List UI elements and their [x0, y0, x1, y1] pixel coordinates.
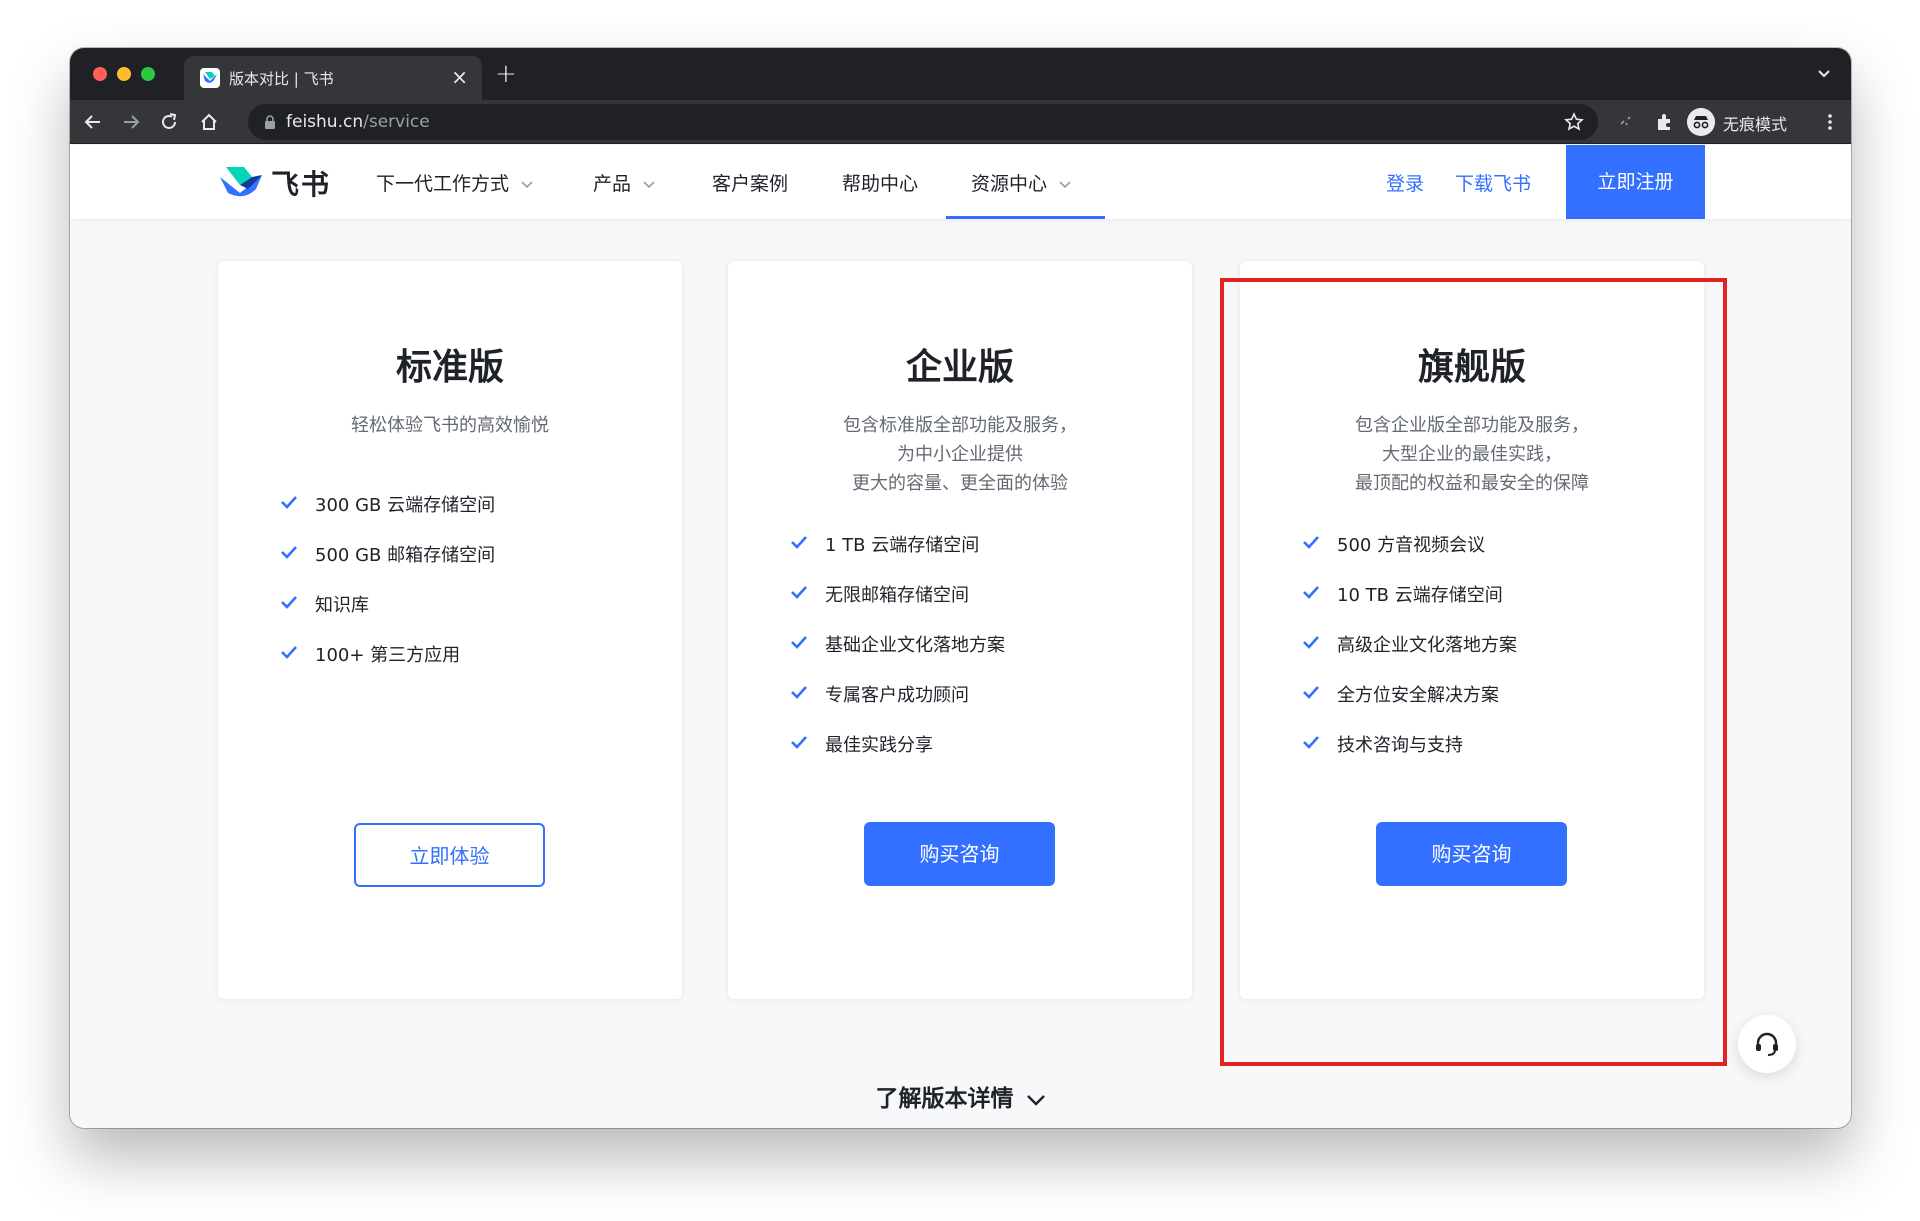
- feature-item: 1 TB 云端存储空间: [791, 531, 979, 557]
- chevron-down-icon: [1059, 180, 1071, 188]
- check-icon: [281, 596, 297, 609]
- home-icon[interactable]: [198, 111, 220, 133]
- feature-item: 无限邮箱存储空间: [791, 581, 969, 607]
- check-icon: [791, 586, 807, 599]
- nav-item-products[interactable]: 产品: [593, 169, 655, 196]
- chevron-down-icon: [521, 180, 533, 188]
- signup-button[interactable]: 立即注册: [1566, 145, 1705, 219]
- screenshot-stage: 版本对比 | 飞书 × + feishu.cn/service 无痕模式 飞书 …: [0, 0, 1920, 1221]
- nav-item-resource-center[interactable]: 资源中心: [971, 169, 1071, 196]
- plan-title: 标准版: [395, 347, 504, 388]
- forward-arrow-icon[interactable]: [120, 111, 142, 133]
- site-header: 飞书 下一代工作方式 产品 客户案例 帮助中心 资源中心 登录 下载飞书 立即注…: [70, 145, 1851, 219]
- tab-strip: 版本对比 | 飞书 × +: [70, 48, 1851, 100]
- purchase-consult-button[interactable]: 购买咨询: [864, 822, 1055, 886]
- back-arrow-icon[interactable]: [82, 111, 104, 133]
- plan-card-standard: 标准版 轻松体验飞书的高效愉悦 300 GB 云端存储空间 500 GB 邮箱存…: [218, 261, 682, 999]
- lock-icon: [265, 115, 275, 129]
- reload-icon[interactable]: [158, 111, 180, 133]
- feishu-logo-icon[interactable]: [218, 165, 264, 199]
- check-icon: [791, 636, 807, 649]
- browser-toolbar: feishu.cn/service 无痕模式: [70, 100, 1851, 144]
- plan-card-enterprise: 企业版 包含标准版全部功能及服务， 为中小企业提供 更大的容量、更全面的体验 1…: [728, 261, 1192, 999]
- check-icon: [791, 686, 807, 699]
- extension-small-icon[interactable]: [1615, 111, 1637, 133]
- chevron-down-icon: [1026, 1094, 1045, 1106]
- check-icon: [281, 546, 297, 559]
- more-details-link[interactable]: 了解版本详情: [70, 1079, 1851, 1113]
- check-icon: [791, 736, 807, 749]
- download-link[interactable]: 下载飞书: [1455, 169, 1531, 196]
- url-text: feishu.cn/service: [286, 112, 430, 132]
- more-menu-icon[interactable]: [1819, 111, 1841, 133]
- extensions-icon[interactable]: [1653, 111, 1675, 133]
- feishu-favicon-icon: [200, 68, 220, 88]
- chevron-down-icon[interactable]: [1815, 64, 1833, 82]
- active-nav-underline: [946, 216, 1105, 219]
- address-bar[interactable]: feishu.cn/service: [248, 104, 1598, 140]
- new-tab-button[interactable]: +: [495, 60, 517, 88]
- headset-icon: [1756, 1032, 1778, 1056]
- feature-item: 知识库: [281, 591, 369, 617]
- feature-item: 最佳实践分享: [791, 731, 933, 757]
- browser-tab[interactable]: 版本对比 | 飞书 ×: [184, 56, 482, 100]
- login-link[interactable]: 登录: [1386, 169, 1424, 196]
- check-icon: [791, 536, 807, 549]
- logo-text[interactable]: 飞书: [271, 163, 331, 203]
- feature-item: 500 GB 邮箱存储空间: [281, 541, 495, 567]
- feature-item: 300 GB 云端存储空间: [281, 491, 495, 517]
- nav-item-next-gen-work[interactable]: 下一代工作方式: [376, 169, 533, 196]
- tab-title: 版本对比 | 飞书: [229, 70, 334, 88]
- chevron-down-icon: [643, 180, 655, 188]
- feature-item: 专属客户成功顾问: [791, 681, 969, 707]
- try-now-button[interactable]: 立即体验: [354, 823, 545, 887]
- nav-item-customer-cases[interactable]: 客户案例: [712, 169, 788, 196]
- nav-item-help-center[interactable]: 帮助中心: [842, 169, 918, 196]
- check-icon: [281, 496, 297, 509]
- check-icon: [281, 646, 297, 659]
- browser-window: 版本对比 | 飞书 × + feishu.cn/service 无痕模式 飞书 …: [70, 48, 1851, 1128]
- highlight-box: [1220, 278, 1727, 1066]
- minimize-window-button[interactable]: [117, 67, 131, 81]
- maximize-window-button[interactable]: [141, 67, 155, 81]
- star-icon[interactable]: [1564, 112, 1584, 132]
- feature-item: 100+ 第三方应用: [281, 641, 460, 667]
- close-window-button[interactable]: [93, 67, 107, 81]
- plan-title: 企业版: [905, 347, 1014, 388]
- incognito-icon[interactable]: [1687, 108, 1715, 136]
- feature-item: 基础企业文化落地方案: [791, 631, 1005, 657]
- tab-close-icon[interactable]: ×: [451, 65, 468, 89]
- plan-description: 轻松体验飞书的高效愉悦: [351, 415, 549, 436]
- support-button[interactable]: [1738, 1015, 1796, 1073]
- plan-description: 包含标准版全部功能及服务， 为中小企业提供 更大的容量、更全面的体验: [843, 415, 1077, 494]
- incognito-label: 无痕模式: [1723, 115, 1788, 134]
